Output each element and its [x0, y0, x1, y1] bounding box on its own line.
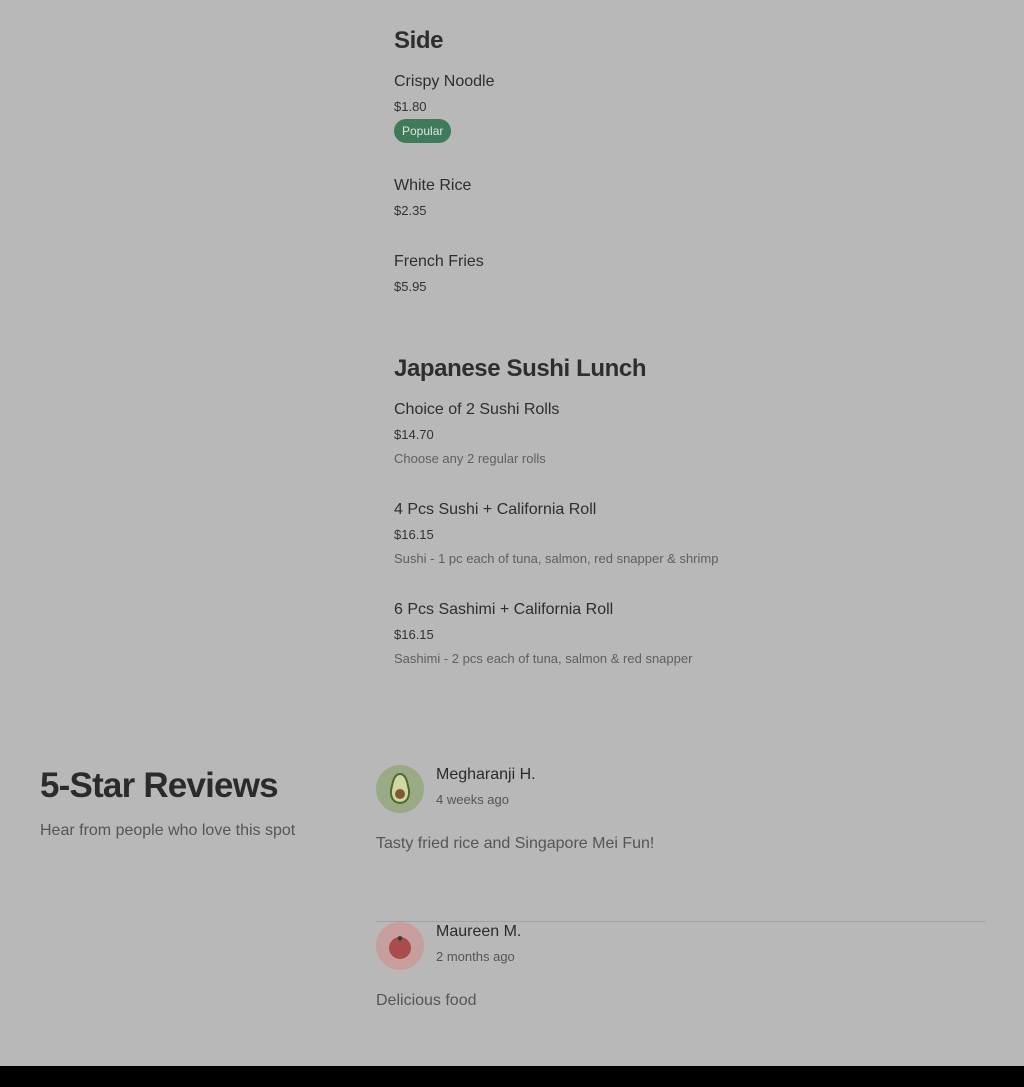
item-price: $16.15: [394, 527, 434, 542]
reviewer-name: Megharanji H.: [436, 766, 536, 783]
item-name: 6 Pcs Sashimi + California Roll: [394, 601, 614, 618]
menu-item-crispy-noodle[interactable]: Crispy Noodle $1.80 Popular: [394, 73, 994, 145]
review-date: 2 months ago: [436, 949, 515, 964]
item-name: Choice of 2 Sushi Rolls: [394, 401, 560, 418]
reviews-heading: 5-Star Reviews: [40, 766, 279, 805]
menu-item-white-rice[interactable]: White Rice $2.35: [394, 177, 994, 223]
category-title-japanese-sushi-lunch: Japanese Sushi Lunch: [394, 355, 647, 382]
review-text: Delicious food: [376, 992, 477, 1009]
category-title-side: Side: [394, 27, 444, 54]
menu-item-french-fries[interactable]: French Fries $5.95: [394, 253, 994, 299]
review-date: 4 weeks ago: [436, 792, 509, 807]
item-description: Choose any 2 regular rolls: [394, 451, 546, 466]
menu-item-choice-of-2-sushi-rolls[interactable]: Choice of 2 Sushi Rolls $14.70 Choose an…: [394, 401, 994, 471]
tomato-icon: [389, 936, 411, 959]
item-price: $1.80: [394, 99, 427, 114]
popular-badge: Popular: [394, 119, 452, 143]
footer-bar: [0, 1066, 1024, 1087]
item-price: $5.95: [394, 279, 427, 294]
avocado-icon: [390, 772, 410, 805]
item-name: French Fries: [394, 253, 484, 270]
item-name: White Rice: [394, 177, 472, 194]
review-text: Tasty fried rice and Singapore Mei Fun!: [376, 835, 655, 852]
avatar: [376, 922, 424, 970]
avatar: [376, 765, 424, 813]
item-price: $14.70: [394, 427, 434, 442]
item-description: Sashimi - 2 pcs each of tuna, salmon & r…: [394, 651, 693, 666]
menu-item-6-pcs-sashimi-california-roll[interactable]: 6 Pcs Sashimi + California Roll $16.15 S…: [394, 601, 994, 671]
reviewer-name: Maureen M.: [436, 923, 522, 940]
item-name: Crispy Noodle: [394, 73, 495, 90]
review-card: Maureen M. 2 months ago Delicious food: [376, 922, 986, 1079]
item-price: $16.15: [394, 627, 434, 642]
reviews-subheading: Hear from people who love this spot: [40, 822, 296, 839]
review-card: Megharanji H. 4 weeks ago Tasty fried ri…: [376, 765, 986, 922]
item-description: Sushi - 1 pc each of tuna, salmon, red s…: [394, 551, 719, 566]
menu-item-4-pcs-sushi-california-roll[interactable]: 4 Pcs Sushi + California Roll $16.15 Sus…: [394, 501, 994, 571]
item-name: 4 Pcs Sushi + California Roll: [394, 501, 597, 518]
item-price: $2.35: [394, 203, 427, 218]
